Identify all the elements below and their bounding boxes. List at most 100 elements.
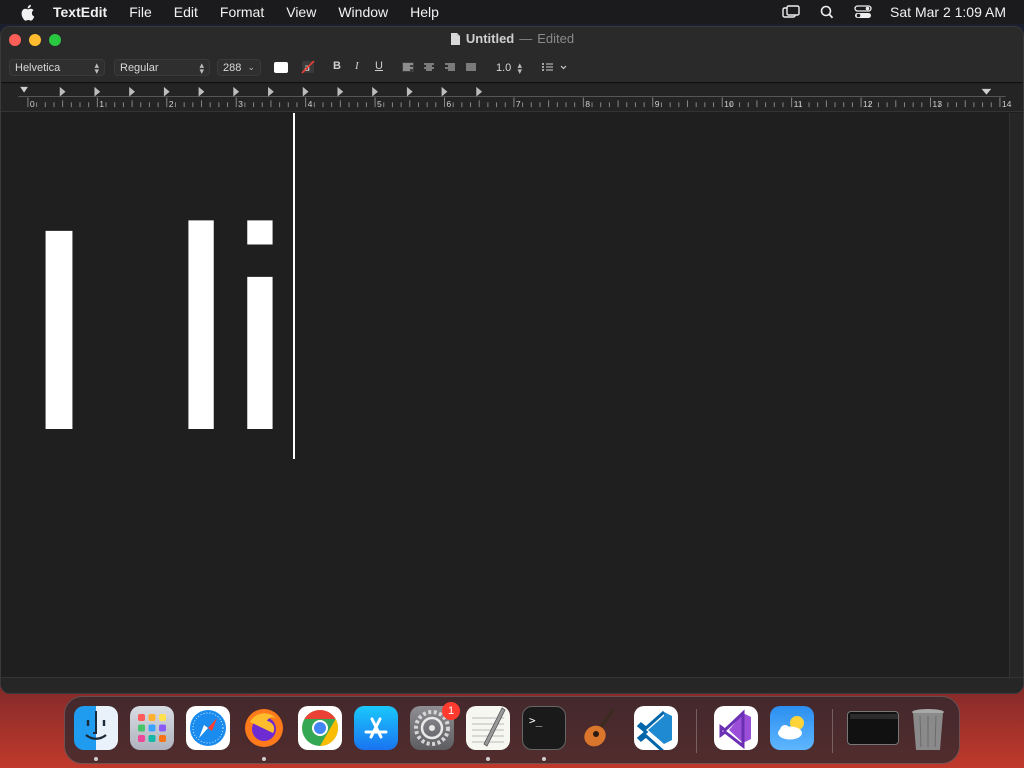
control-center-icon[interactable] — [854, 5, 872, 19]
menu-file[interactable]: File — [129, 4, 152, 20]
trash-can-icon — [912, 709, 944, 750]
window-bottom-edge — [1, 677, 1023, 693]
dock-vscode-icon[interactable] — [634, 706, 678, 754]
ruler-label: 11 — [794, 99, 803, 109]
align-left-icon[interactable] — [402, 62, 414, 72]
italic-button[interactable]: I — [355, 60, 359, 72]
guitar-icon — [584, 709, 615, 747]
dock: 1 >_ — [64, 696, 960, 764]
tab-stop-marker[interactable] — [441, 86, 448, 97]
ruler-label: 4 — [308, 99, 313, 109]
vertical-scrollbar[interactable] — [1009, 113, 1023, 679]
font-size-value: 288 — [223, 61, 242, 74]
textedit-pen-icon — [472, 707, 506, 747]
ruler[interactable]: 0 1 2 3 4 5 6 7 8 9 10 11 12 13 14 — [1, 84, 1023, 112]
menu-view[interactable]: View — [286, 4, 316, 20]
chevron-down-icon: ⌄ — [247, 62, 255, 72]
tab-stop-marker[interactable] — [302, 86, 309, 97]
apple-menu-icon[interactable] — [19, 4, 35, 21]
tab-stop-marker[interactable] — [337, 86, 344, 97]
dock-divider — [832, 709, 833, 753]
dock-system-settings-icon[interactable]: 1 — [410, 702, 460, 750]
font-size-combo[interactable]: 288 ⌄ — [217, 59, 261, 76]
tab-stop-marker[interactable] — [59, 86, 66, 97]
menu-format[interactable]: Format — [220, 4, 264, 20]
format-bar: Helvetica ▴▾ Regular ▴▾ 288 ⌄ a B I U — [1, 56, 1023, 78]
popup-arrows-icon: ▴ ▾ — [199, 60, 204, 76]
ruler-label: 8 — [585, 99, 590, 109]
dock-running-indicator — [262, 757, 266, 761]
menu-window[interactable]: Window — [338, 4, 388, 20]
ruler-label: 5 — [377, 99, 382, 109]
tab-stop-marker[interactable] — [94, 86, 101, 97]
document-text-area[interactable]: I l i — [1, 113, 1011, 679]
dock-weather-icon[interactable] — [770, 706, 814, 750]
ruler-label: 6 — [446, 99, 451, 109]
left-indent-marker[interactable] — [20, 86, 28, 93]
menu-bar: TextEdit File Edit Format View Window He… — [0, 0, 1024, 24]
dock-safari-icon[interactable] — [186, 706, 230, 750]
text-glyph-lowercase-l: l — [169, 169, 233, 491]
text-color-swatch[interactable] — [274, 62, 288, 73]
tab-stop-marker[interactable] — [233, 86, 240, 97]
tab-stop-marker[interactable] — [476, 86, 483, 97]
ruler-label: 3 — [238, 99, 243, 109]
dock-minimized-window-thumbnail[interactable] — [847, 711, 899, 745]
tab-stop-marker[interactable] — [406, 86, 413, 97]
tab-stop-marker[interactable] — [129, 86, 135, 97]
tab-stop-marker[interactable] — [372, 86, 378, 97]
visual-studio-icon — [719, 709, 751, 750]
dock-chrome-icon[interactable] — [298, 706, 342, 750]
popup-arrows-icon: ▴ ▾ — [517, 60, 522, 76]
dock-firefox-icon[interactable] — [242, 706, 286, 750]
dock-trash-icon[interactable] — [908, 706, 948, 750]
underline-button[interactable]: U — [375, 60, 383, 72]
align-right-icon[interactable] — [444, 62, 456, 72]
right-margin-marker[interactable] — [981, 88, 992, 95]
tab-stop-marker[interactable] — [198, 86, 205, 97]
search-icon[interactable] — [818, 5, 836, 19]
dock-visual-studio-icon[interactable] — [714, 706, 758, 750]
vscode-icon — [636, 710, 672, 754]
document-text[interactable]: I l i — [19, 186, 292, 474]
text-insertion-caret — [293, 113, 295, 459]
terminal-prompt-icon: >_ — [529, 714, 543, 727]
title-separator: — — [519, 31, 533, 46]
ruler-label: 10 — [724, 99, 734, 109]
dock-launchpad-icon[interactable] — [130, 706, 174, 750]
dock-running-indicator — [486, 757, 490, 761]
ruler-label: 14 — [1002, 99, 1012, 109]
document-icon[interactable] — [450, 32, 461, 46]
ruler-label: 1 — [99, 99, 104, 109]
list-bullets-icon[interactable] — [541, 61, 567, 73]
firefox-icon — [245, 709, 283, 747]
window-title: Untitled — Edited — [1, 31, 1023, 46]
menu-edit[interactable]: Edit — [174, 4, 198, 20]
align-center-icon[interactable] — [423, 62, 435, 72]
font-style-value: Regular — [120, 61, 159, 74]
dock-app-store-icon[interactable] — [354, 706, 398, 750]
weather-sun-cloud-icon — [778, 716, 804, 740]
screen-mirroring-icon[interactable] — [782, 5, 800, 19]
text-glyph-lowercase-i: i — [228, 169, 292, 491]
dock-garageband-icon[interactable] — [578, 706, 622, 750]
tab-stop-marker[interactable] — [163, 86, 170, 97]
dock-finder-icon[interactable] — [74, 706, 118, 750]
dock-textedit-icon[interactable] — [466, 706, 510, 750]
bold-button[interactable]: B — [333, 60, 341, 72]
font-family-popup[interactable]: Helvetica ▴ ▾ — [9, 59, 105, 76]
app-menu-textedit[interactable]: TextEdit — [53, 4, 107, 20]
dock-terminal-icon[interactable]: >_ — [522, 706, 566, 750]
line-spacing-popup[interactable]: 1.0 ▴ ▾ — [490, 59, 528, 76]
ruler-label: 7 — [516, 99, 521, 109]
menu-help[interactable]: Help — [410, 4, 439, 20]
ruler-label: 9 — [655, 99, 660, 109]
dock-running-indicator — [94, 757, 98, 761]
popup-arrows-icon: ▴ ▾ — [94, 60, 99, 76]
align-justify-icon[interactable] — [465, 62, 477, 72]
menubar-clock[interactable]: Sat Mar 2 1:09 AM — [890, 4, 1006, 20]
highlight-color-icon[interactable]: a — [301, 60, 315, 74]
tab-stop-marker[interactable] — [268, 86, 274, 97]
font-style-popup[interactable]: Regular ▴ ▾ — [114, 59, 210, 76]
document-name[interactable]: Untitled — [466, 31, 514, 46]
